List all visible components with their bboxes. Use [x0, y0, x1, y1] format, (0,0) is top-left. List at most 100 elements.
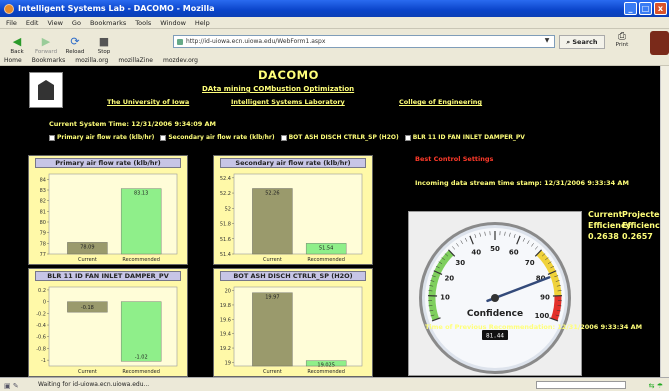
menu-bar: File Edit View Go Bookmarks Tools Window…: [0, 17, 669, 29]
forward-button[interactable]: ▶ Forward: [33, 30, 59, 55]
mozilla-logo: [650, 31, 669, 55]
x-tick-label: Recommended: [307, 257, 345, 263]
menu-help[interactable]: Help: [195, 19, 210, 27]
gauge-tick-label: 40: [471, 249, 481, 257]
menu-file[interactable]: File: [6, 19, 17, 27]
y-tick-label: 19.2: [220, 346, 231, 352]
link-university-of-iowa[interactable]: The University of Iowa: [107, 98, 189, 106]
connection-icon: ⇆ ☂: [648, 382, 663, 390]
y-tick-label: 19: [225, 360, 231, 366]
x-tick-label: Current: [78, 257, 97, 263]
checkbox-secondary-air[interactable]: Secondary air flow rate (klb/hr): [160, 134, 275, 141]
bookmark-mozilla-org[interactable]: mozilla.org: [75, 57, 108, 64]
close-button[interactable]: x: [654, 2, 667, 15]
checkbox-box[interactable]: [404, 134, 411, 141]
eff-header-current-2: Efficiency: [588, 221, 631, 230]
y-tick-label: 84: [40, 177, 46, 183]
y-tick-label: 0: [43, 300, 46, 306]
y-tick-label: -0.8: [36, 346, 46, 352]
y-tick-label: 51.8: [220, 222, 231, 228]
bookmark-bookmarks[interactable]: Bookmarks: [32, 57, 66, 64]
loading-progress-bar: [536, 381, 626, 389]
x-tick-label: Current: [78, 369, 97, 375]
page-content: DACOMO DAta mining COMbustion Optimizati…: [0, 66, 660, 377]
menu-go[interactable]: Go: [72, 19, 81, 27]
bookmark-mozillazine[interactable]: mozillaZine: [118, 57, 153, 64]
search-label: Search: [572, 38, 598, 46]
gauge-label: Confidence: [467, 309, 523, 319]
back-arrow-icon: ◀: [12, 35, 22, 48]
y-tick-label: -1: [41, 358, 46, 364]
print-button[interactable]: ⎙ Print: [610, 31, 634, 55]
gauge-tick-label: 10: [440, 293, 450, 301]
y-tick-label: 79: [40, 231, 46, 237]
y-tick-label: 77: [40, 252, 46, 258]
window-title: Intelligent Systems Lab - DACOMO - Mozil…: [18, 4, 215, 13]
y-tick-label: 52: [225, 206, 231, 212]
stop-button[interactable]: ■ Stop: [91, 30, 117, 55]
print-label: Print: [615, 42, 629, 48]
menu-view[interactable]: View: [47, 19, 62, 27]
y-tick-label: 19.8: [220, 303, 231, 309]
chart-secondary-air-flow: Secondary air flow rate (klb/hr) 52.4 52.2…: [213, 155, 373, 265]
bar-current: [252, 188, 293, 255]
y-tick-label: 19.6: [220, 317, 231, 323]
y-tick-label: 51.6: [220, 237, 231, 243]
university-logo: [29, 72, 63, 108]
reload-label: Reload: [65, 49, 85, 55]
link-college-of-engineering[interactable]: College of Engineering: [399, 98, 482, 106]
y-tick-label: 83: [40, 188, 46, 194]
checkbox-blr-fan[interactable]: BLR 11 ID FAN INLET DAMPER_PV: [404, 134, 525, 141]
gauge-tick-label: 100: [535, 312, 550, 320]
maximize-button[interactable]: □: [639, 2, 652, 15]
checkbox-label: BLR 11 ID FAN INLET DAMPER_PV: [412, 134, 525, 141]
checkbox-box[interactable]: [49, 134, 55, 141]
mozilla-icon: [4, 3, 14, 14]
chart-blr-fan-damper: BLR 11 ID FAN INLET DAMPER_PV 0.2 0 -0.2 -0.…: [28, 268, 188, 377]
eff-header-current: Current: [588, 210, 623, 219]
menu-edit[interactable]: Edit: [26, 19, 39, 27]
y-tick-label: 52.2: [220, 191, 231, 197]
menu-bookmarks[interactable]: Bookmarks: [90, 19, 126, 27]
status-icons: ▣ ✎: [4, 382, 19, 390]
reload-button[interactable]: ⟳ Reload: [62, 30, 88, 55]
gauge-hub: [491, 294, 499, 302]
bar-chart: 0.2 0 -0.2 -0.4 -0.6 -0.8 -1 -0.18 Current -1.02 R…: [36, 286, 178, 375]
chart-primary-air-flow: Primary air flow rate (klb/hr) 84 83 82 81 80…: [28, 155, 188, 265]
checkbox-box[interactable]: [280, 134, 287, 141]
gauge-tick-label: 90: [540, 293, 550, 301]
gauge-tick-label: 20: [444, 275, 454, 283]
vertical-scrollbar[interactable]: [660, 66, 669, 377]
efficiency-table: CurrentProjected EfficiencyEfficiency 0.…: [588, 209, 660, 242]
back-button[interactable]: ◀ Back: [4, 30, 30, 55]
gauge-tick-label: 60: [509, 249, 519, 257]
bookmark-home[interactable]: Home: [4, 57, 22, 64]
stream-timestamp: Incoming data stream time stamp: 12/31/2…: [415, 179, 629, 187]
data-label: 19.025: [317, 363, 335, 369]
data-label: -0.18: [81, 305, 94, 311]
variable-checkboxes: Primary air flow rate (klb/hr) Secondary…: [49, 134, 525, 141]
bar-chart: 20 19.8 19.6 19.4 19.2 19 19.97 Current 19.025Re…: [220, 286, 363, 375]
y-tick-label: 81: [40, 209, 46, 215]
checkbox-label: Secondary air flow rate (klb/hr): [168, 134, 275, 141]
url-input[interactable]: http://id-uiowa.ecn.uiowa.edu/WebForm1.a…: [173, 35, 555, 48]
x-tick-label: Recommended: [122, 369, 160, 375]
url-dropdown-icon[interactable]: ▼: [542, 37, 552, 46]
bookmark-mozdev[interactable]: mozdev.org: [163, 57, 198, 64]
bar-chart: 52.4 52.2 52 51.8 51.6 51.4 52.26 Current 51.54 R…: [220, 173, 363, 263]
checkbox-box[interactable]: [160, 134, 167, 141]
checkbox-primary-air[interactable]: Primary air flow rate (klb/hr): [49, 134, 154, 141]
menu-window[interactable]: Window: [160, 19, 186, 27]
eff-header-projected: Projected: [622, 210, 660, 219]
x-tick-label: Recommended: [307, 369, 345, 375]
link-intelligent-systems-lab[interactable]: Intelligent Systems Laboratory: [231, 98, 345, 106]
checkbox-bot-ash[interactable]: BOT ASH DISCH CTRLR_SP (H2O): [280, 134, 399, 141]
search-button[interactable]: ⌕ Search: [559, 35, 605, 49]
page-subtitle-link[interactable]: DAta mining COMbustion Optimization: [202, 85, 354, 93]
menu-tools[interactable]: Tools: [135, 19, 151, 27]
printer-icon: ⎙: [618, 31, 626, 42]
data-label: -1.02: [135, 354, 148, 360]
minimize-button[interactable]: _: [624, 2, 637, 15]
y-tick-label: 80: [40, 220, 46, 226]
data-label: 52.26: [265, 190, 279, 196]
